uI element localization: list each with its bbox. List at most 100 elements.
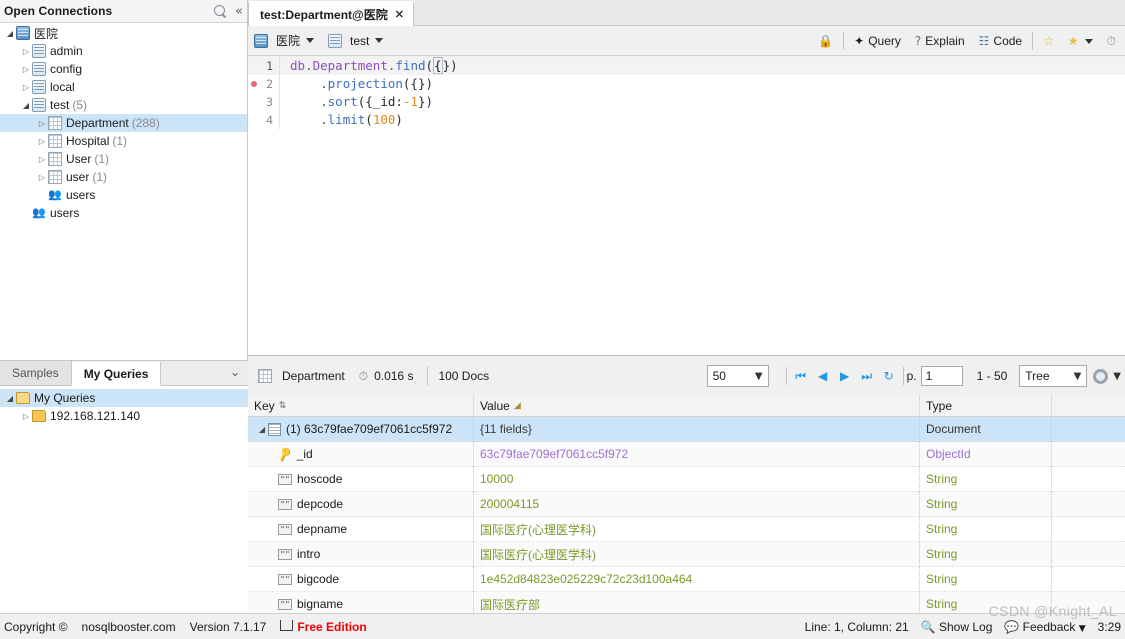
refresh-button[interactable]: ↻ (878, 364, 900, 388)
tree-item-user[interactable]: ▷ user (1) (0, 168, 247, 186)
row-expander-icon[interactable]: ◢ (256, 425, 268, 434)
result-range-label: 1 - 50 (976, 369, 1008, 383)
row-value-cell[interactable]: 10000 (474, 466, 920, 492)
column-header-type[interactable]: Type (920, 395, 1052, 416)
explain-button[interactable]: ? Explain (908, 29, 972, 53)
nav-last-button[interactable]: ⏭ (856, 364, 878, 388)
my-queries-tree[interactable]: ◢ My Queries ▷ 192.168.121.140 (0, 386, 248, 425)
filter-icon[interactable]: ◢ (514, 401, 521, 411)
editor-line[interactable]: 3 .sort({_id:-1}) (248, 93, 1125, 111)
table-row[interactable]: "" depcode 200004115 String (248, 491, 1125, 517)
close-icon[interactable]: ✕ (395, 8, 404, 21)
query-tree-item[interactable]: ◢ My Queries (0, 389, 248, 407)
page-number-input[interactable]: 1 (920, 366, 963, 386)
tree-expander-icon[interactable]: ▷ (36, 137, 48, 146)
view-mode-select[interactable]: Tree ▼ (1019, 365, 1088, 387)
chevron-down-icon[interactable]: ▼ (1113, 371, 1121, 382)
queries-tab-samples[interactable]: Samples (0, 361, 72, 385)
site-label[interactable]: nosqlbooster.com (82, 620, 176, 634)
queries-tab-my-queries[interactable]: My Queries (71, 362, 162, 386)
tree-item-test[interactable]: ◢ test (5) (0, 96, 247, 114)
tree-expander-icon[interactable]: ▷ (36, 155, 48, 164)
tree-expander-icon[interactable]: ▷ (36, 119, 48, 128)
tree-item-admin[interactable]: ▷ admin (0, 42, 247, 60)
editor-tab[interactable]: test:Department@医院 ✕ (248, 1, 414, 26)
query-editor[interactable]: 1 db.Department.find({}) 2 .projection({})… (248, 57, 1125, 356)
tree-expander-icon[interactable]: ▷ (36, 173, 48, 182)
nav-next-button[interactable]: ▶ (834, 364, 856, 388)
row-value-cell[interactable]: {11 fields} (474, 416, 920, 442)
column-header-key[interactable]: Key ⇅ (248, 395, 474, 416)
result-grid-body[interactable]: ◢ (1) 63c79fae709ef7061cc5f972 {11 fields}… (248, 416, 1125, 613)
queries-tabbar[interactable]: Samples My Queries ⌄ (0, 361, 248, 386)
code-line[interactable]: .limit(100) (280, 111, 403, 129)
editor-line[interactable]: 4 .limit(100) (248, 111, 1125, 129)
history-button[interactable]: ⏱ (1100, 29, 1123, 53)
tree-item-local[interactable]: ▷ local (0, 78, 247, 96)
search-icon[interactable] (214, 5, 227, 18)
code-token: db (290, 58, 306, 73)
tree-expander-icon[interactable]: ▷ (20, 47, 32, 56)
lock-icon: 🔒 (818, 34, 834, 48)
row-value-cell[interactable]: 国际医疗(心理医学科) (474, 516, 920, 542)
show-log-button[interactable]: 🔍 Show Log (921, 620, 993, 634)
row-value-cell[interactable]: 200004115 (474, 491, 920, 517)
code-button[interactable]: ☷ Code (972, 29, 1029, 53)
table-row[interactable]: "" bigname 国际医疗部 String (248, 591, 1125, 613)
chevron-down-icon[interactable] (375, 38, 384, 43)
query-button[interactable]: ✦ Query (847, 29, 908, 53)
tree-expander-icon[interactable]: ◢ (20, 101, 32, 110)
editor-line[interactable]: 2 .projection({}) (248, 75, 1125, 93)
sort-icon[interactable]: ⇅ (279, 401, 287, 411)
add-favorite-button[interactable]: ☆ (1036, 29, 1061, 53)
row-value-cell[interactable]: 国际医疗部 (474, 591, 920, 613)
code-line[interactable]: .sort({_id:-1}) (280, 93, 433, 111)
favorites-button[interactable]: ★ (1061, 29, 1100, 53)
row-value-cell[interactable]: 63c79fae709ef7061cc5f972 (474, 441, 920, 467)
breakpoint-icon[interactable] (251, 81, 257, 87)
table-row[interactable]: "" depname 国际医疗(心理医学科) String (248, 516, 1125, 542)
tree-expander-icon[interactable]: ▷ (20, 412, 32, 421)
tree-expander-icon[interactable]: ◢ (4, 394, 16, 403)
collapse-left-icon[interactable]: « (235, 5, 243, 18)
nav-prev-button[interactable]: ◀ (812, 364, 834, 388)
nav-first-button[interactable]: ⏮ (790, 364, 812, 388)
table-row[interactable]: "" intro 国际医疗(心理医学科) String (248, 541, 1125, 567)
query-tree-item[interactable]: ▷ 192.168.121.140 (0, 407, 248, 425)
code-line[interactable]: db.Department.find({}) (280, 57, 458, 75)
page-size-select[interactable]: 50 ▼ (706, 365, 769, 387)
tree-item-医院[interactable]: ◢ 医院 (0, 24, 247, 42)
table-row[interactable]: "" hoscode 10000 String (248, 466, 1125, 492)
tree-item-Department[interactable]: ▷ Department (288) (0, 114, 247, 132)
edition-badge[interactable]: Free Edition (280, 619, 367, 634)
tree-expander-icon[interactable]: ▷ (20, 65, 32, 74)
database-selector[interactable]: test (328, 33, 384, 48)
table-row[interactable]: ◢ (1) 63c79fae709ef7061cc5f972 {11 fields}… (248, 416, 1125, 442)
connection-selector[interactable]: 医院 (254, 32, 315, 49)
chevron-down-icon[interactable] (306, 38, 315, 43)
table-row[interactable]: "" bigcode 1e452d84823e025229c72c23d100a46… (248, 566, 1125, 592)
chevron-double-down-icon[interactable]: ⌄ (230, 365, 240, 379)
lock-button[interactable]: 🔒 (811, 29, 840, 53)
chevron-down-icon[interactable]: ▼ (1079, 624, 1086, 634)
tree-item-config[interactable]: ▷ config (0, 60, 247, 78)
row-value-cell[interactable]: 国际医疗(心理医学科) (474, 541, 920, 567)
tree-expander-icon[interactable]: ▷ (20, 83, 32, 92)
tree-item-Hospital[interactable]: ▷ Hospital (1) (0, 132, 247, 150)
code-line[interactable]: .projection({}) (280, 75, 433, 93)
column-header-value[interactable]: Value ◢ (474, 395, 920, 416)
editor-line[interactable]: 1 db.Department.find({}) (248, 57, 1125, 75)
tree-expander-icon[interactable]: ◢ (4, 29, 16, 38)
tree-item-users[interactable]: 👥 users (0, 186, 247, 204)
result-grid[interactable]: Key ⇅ Value ◢ Type ◢ (1) 63c79fae709ef706… (248, 395, 1125, 613)
row-value-cell[interactable]: 1e452d84823e025229c72c23d100a464 (474, 566, 920, 592)
row-spacer-cell (1052, 517, 1125, 542)
tree-item-users[interactable]: 👥 users (0, 204, 247, 222)
tree-item-User[interactable]: ▷ User (1) (0, 150, 247, 168)
chevron-down-icon[interactable] (1084, 38, 1093, 44)
nav-prev-icon: ◀ (817, 369, 828, 383)
result-settings-button[interactable] (1087, 364, 1113, 388)
feedback-button[interactable]: 💬 Feedback ▼ (1004, 620, 1085, 634)
tree-item-count: (1) (94, 152, 110, 166)
table-row[interactable]: 🔑 _id 63c79fae709ef7061cc5f972 ObjectId (248, 441, 1125, 467)
